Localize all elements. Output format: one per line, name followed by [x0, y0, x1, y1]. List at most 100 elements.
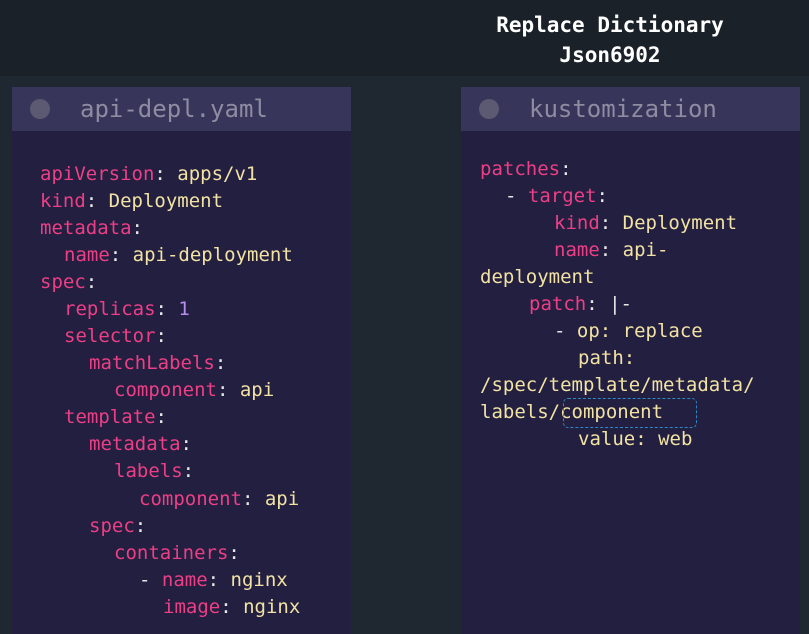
code-line: selector: [64, 323, 167, 350]
yaml-separator: : [216, 379, 240, 401]
yaml-key: metadata [89, 433, 181, 455]
code-line: /spec/template/metadata/ [480, 372, 755, 399]
yaml-value: Deployment [108, 190, 224, 212]
patch-text: value: web [578, 428, 693, 450]
yaml-value: api [264, 488, 300, 510]
code-line: image: nginx [163, 594, 300, 621]
yaml-separator: : [220, 596, 244, 618]
yaml-key: containers [114, 542, 229, 564]
yaml-key: metadata [40, 217, 132, 239]
yaml-separator: : [241, 488, 265, 510]
yaml-separator: : [155, 298, 179, 320]
yaml-key: matchLabels [89, 352, 215, 374]
code-line: matchLabels: [89, 350, 226, 377]
yaml-value: apps/v1 [177, 163, 258, 185]
yaml-value: api-deployment [132, 244, 293, 266]
code-line: labels: [114, 458, 194, 485]
yaml-separator: : [109, 244, 133, 266]
code-line: patch: |- [529, 291, 632, 318]
code-line: value: web [578, 426, 692, 453]
yaml-value: nginx [230, 569, 288, 591]
yaml-separator: : [228, 542, 240, 564]
patch-text: path: [578, 347, 636, 369]
code-line: - target: [505, 183, 608, 210]
yaml-key: kind [40, 190, 86, 212]
yaml-separator: : [207, 569, 231, 591]
yaml-key: component [139, 488, 242, 510]
yaml-separator: : [596, 185, 608, 207]
yaml-dash: - [554, 320, 577, 342]
panel-header: kustomization [461, 87, 800, 131]
yaml-value: api [239, 379, 275, 401]
patch-text: /spec/template/metadata/ [480, 374, 755, 396]
code-line: containers: [114, 540, 240, 567]
code-line: - op: replace [554, 318, 703, 345]
yaml-value: deployment [480, 266, 595, 288]
yaml-separator: : [134, 515, 147, 537]
yaml-key: patch [529, 293, 587, 315]
window-dot-icon [30, 99, 50, 119]
code-line: deployment [480, 264, 594, 291]
yaml-key: name [64, 244, 110, 266]
code-line: - name: nginx [139, 567, 288, 594]
yaml-key: kind [554, 212, 600, 234]
component-highlight-box [563, 398, 697, 428]
code-line: metadata: [40, 215, 143, 242]
yaml-separator: : [560, 158, 572, 180]
yaml-block-indicator: |- [609, 293, 632, 315]
title-line-1: Replace Dictionary [496, 13, 724, 37]
code-line: template: [64, 404, 167, 431]
patch-text: op: replace [576, 320, 703, 342]
title-line-2: Json6902 [559, 43, 661, 67]
yaml-dash: - [505, 185, 528, 207]
yaml-separator: : [182, 460, 195, 482]
yaml-key: template [64, 406, 156, 428]
yaml-separator: : [180, 433, 192, 455]
code-line: spec: [40, 269, 97, 296]
yaml-key: apiVersion [40, 163, 155, 185]
yaml-separator: : [155, 406, 167, 428]
yaml-separator: : [586, 293, 610, 315]
yaml-key: name [554, 239, 600, 261]
code-line: patches: [480, 156, 572, 183]
yaml-dash: - [139, 569, 162, 591]
yaml-number: 1 [178, 298, 190, 320]
yaml-key: patches [480, 158, 561, 180]
yaml-key: replicas [64, 298, 156, 320]
yaml-key: selector [64, 325, 156, 347]
yaml-separator: : [155, 325, 167, 347]
yaml-key: spec [40, 271, 86, 293]
code-line: metadata: [89, 431, 192, 458]
yaml-key: target [527, 185, 597, 207]
code-line: kind: Deployment [40, 188, 223, 215]
yaml-separator: : [599, 212, 623, 234]
panel-title: kustomization [529, 95, 717, 123]
yaml-key: component [114, 379, 217, 401]
code-line: name: api-deployment [64, 242, 293, 269]
yaml-separator: : [154, 163, 178, 185]
yaml-value: Deployment [622, 212, 738, 234]
yaml-key: image [163, 596, 221, 618]
yaml-separator: : [85, 271, 98, 293]
code-line: component: api [114, 377, 274, 404]
code-line: name: api- [554, 237, 668, 264]
panel-title: api-depl.yaml [80, 95, 268, 123]
yaml-key: labels [114, 460, 183, 482]
yaml-separator: : [131, 217, 143, 239]
window-dot-icon [479, 99, 499, 119]
code-line: component: api [139, 486, 299, 513]
yaml-separator: : [85, 190, 109, 212]
yaml-value: nginx [243, 596, 301, 618]
code-line: replicas: 1 [64, 296, 190, 323]
panel-header: api-depl.yaml [12, 87, 351, 131]
yaml-key: spec [89, 515, 135, 537]
slide-title: Replace Dictionary Json6902 [0, 10, 809, 70]
code-line: apiVersion: apps/v1 [40, 161, 257, 188]
yaml-separator: : [214, 352, 227, 374]
yaml-key: name [161, 569, 208, 591]
code-line: spec: [89, 513, 146, 540]
code-line: path: [578, 345, 635, 372]
yaml-separator: : [599, 239, 623, 261]
code-line: kind: Deployment [554, 210, 737, 237]
yaml-value: api- [622, 239, 669, 261]
